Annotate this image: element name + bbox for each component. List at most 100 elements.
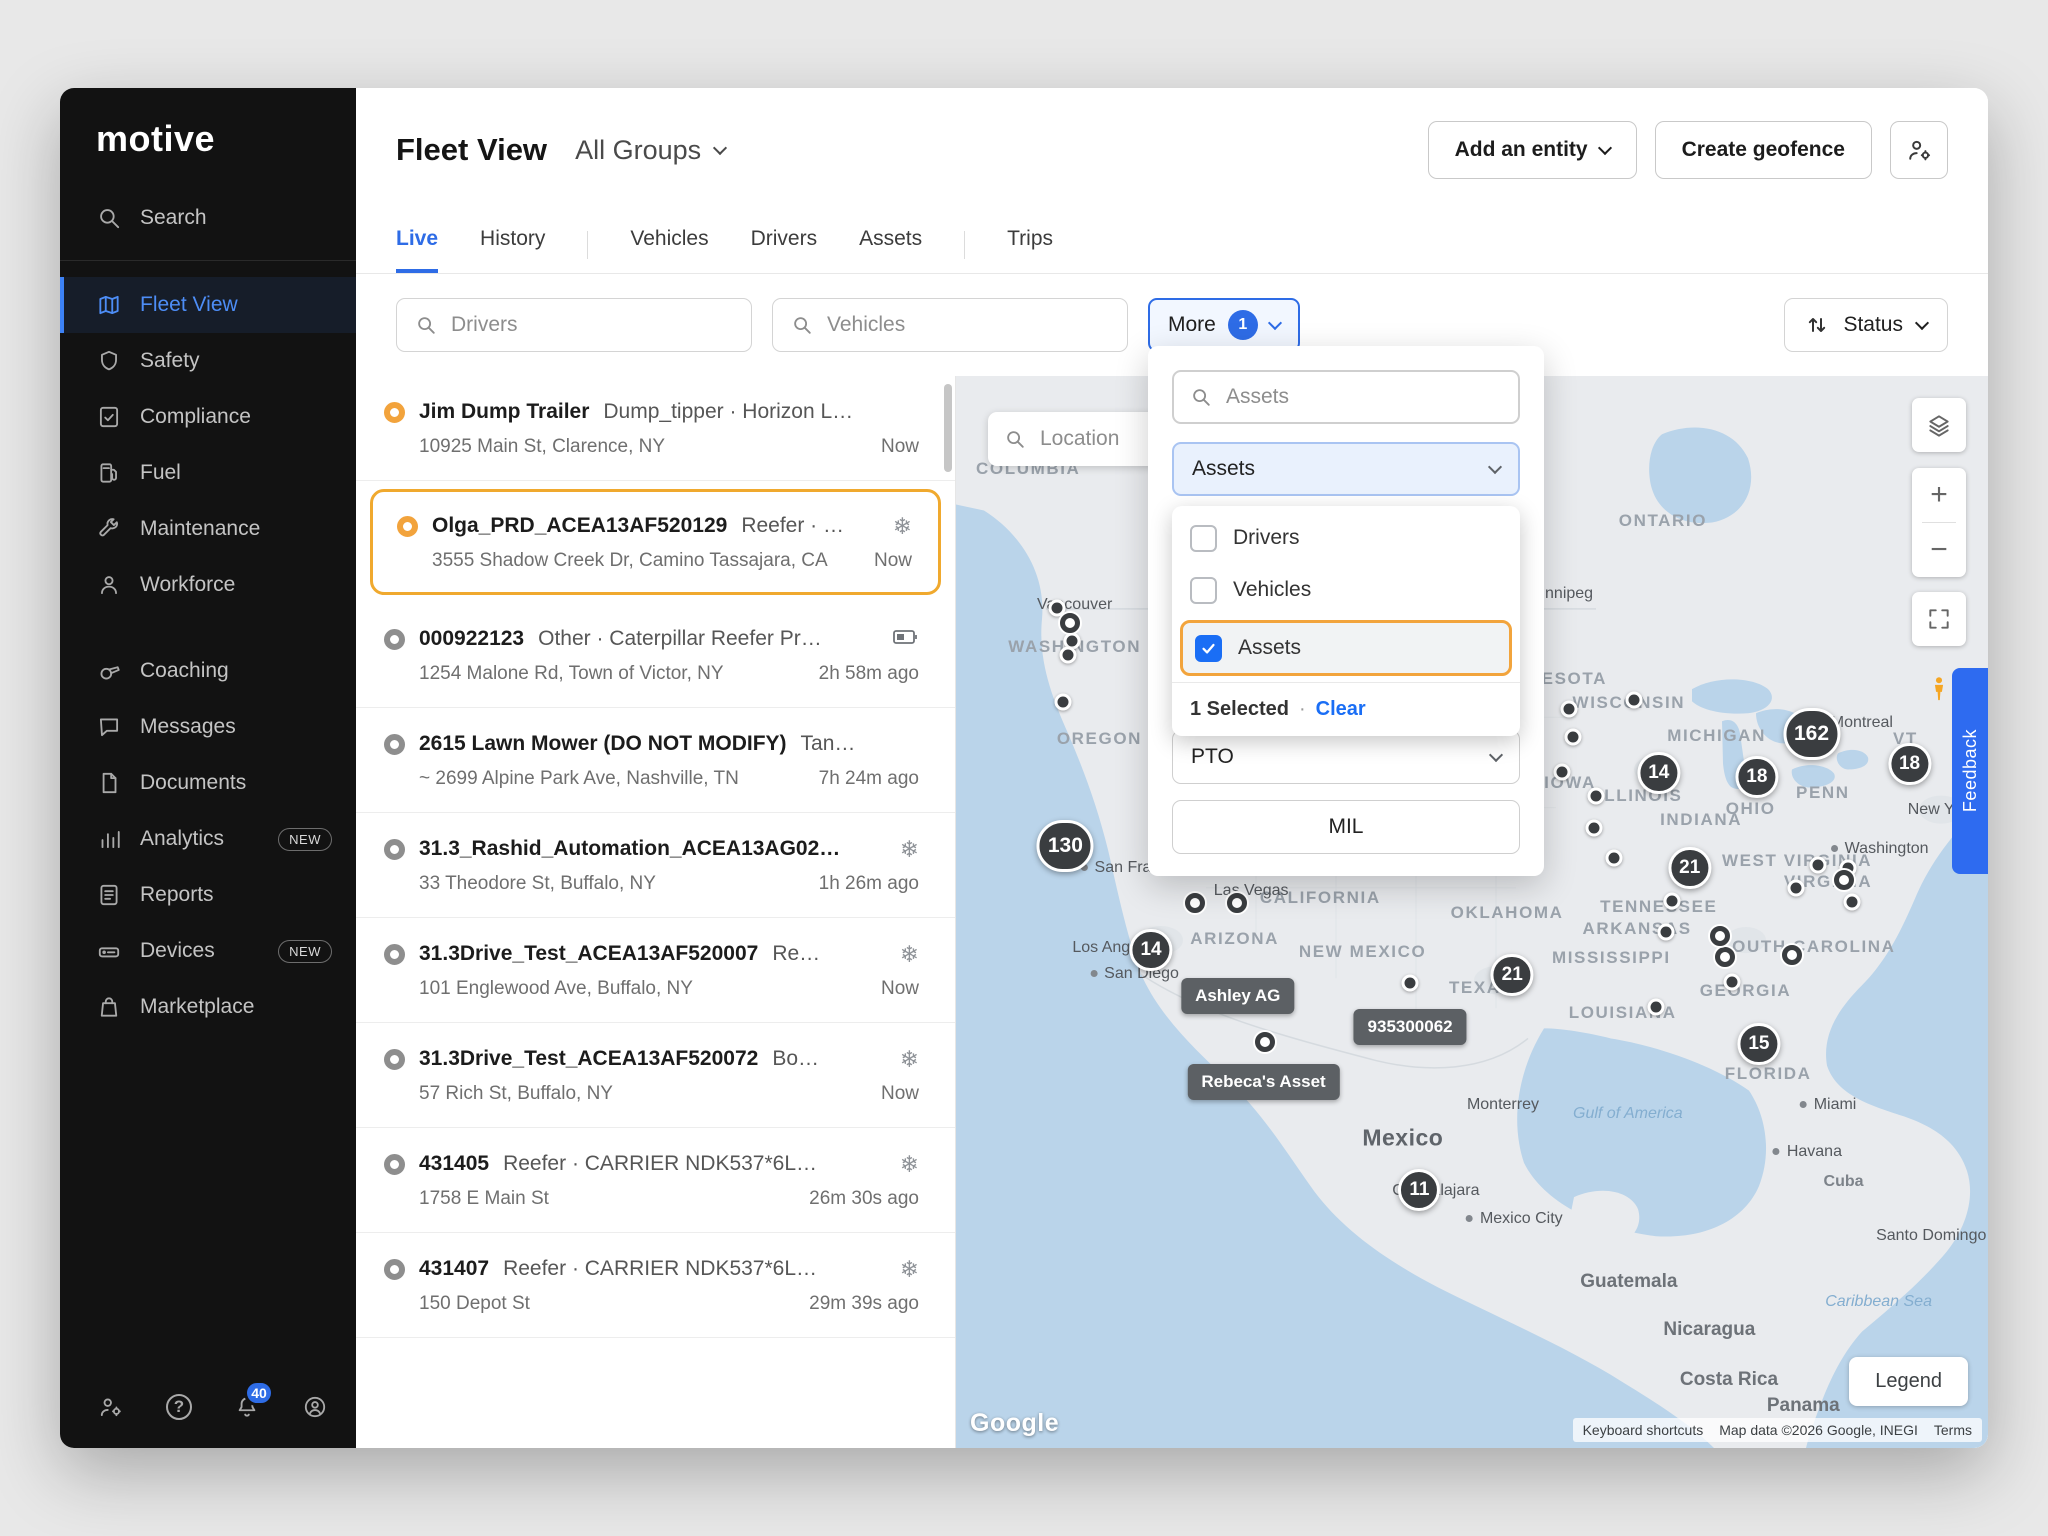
map-ring-marker[interactable]: [1834, 870, 1854, 890]
notifications-button[interactable]: 40: [234, 1392, 260, 1422]
tab-drivers[interactable]: Drivers: [751, 227, 818, 273]
tab-history[interactable]: History: [480, 227, 545, 273]
map-cluster-marker[interactable]: 21: [1668, 847, 1711, 889]
sidebar-item-devices[interactable]: Devices NEW: [60, 923, 356, 979]
sidebar-item-workforce[interactable]: Workforce: [60, 557, 356, 613]
map-ring-marker[interactable]: [1185, 893, 1205, 913]
map-ring-marker[interactable]: [1782, 945, 1802, 965]
map-asset-dot-marker[interactable]: [1565, 729, 1582, 746]
map-cluster-marker[interactable]: 11: [1398, 1169, 1440, 1211]
map-ring-marker[interactable]: [1227, 893, 1247, 913]
map-cluster-marker[interactable]: 21: [1491, 954, 1534, 996]
asset-list-item[interactable]: 31.3Drive_Test_ACEA13AF520072 Bo… ❄ 57 R…: [356, 1023, 955, 1128]
group-selector[interactable]: All Groups: [575, 135, 725, 166]
sidebar-item-maintenance[interactable]: Maintenance: [60, 501, 356, 557]
map-cluster-marker[interactable]: 14: [1637, 752, 1680, 794]
user-settings-button[interactable]: [1890, 121, 1948, 179]
map-cluster-marker[interactable]: 162: [1783, 708, 1840, 760]
clear-selection-button[interactable]: Clear: [1316, 698, 1366, 721]
assets-search-input[interactable]: Assets: [1172, 370, 1520, 424]
map-ring-marker[interactable]: [1715, 947, 1735, 967]
asset-list-item[interactable]: 31.3Drive_Test_ACEA13AF520007 Re… ❄ 101 …: [356, 918, 955, 1023]
checkbox-unchecked[interactable]: [1190, 525, 1217, 552]
option-assets-selected[interactable]: Assets: [1180, 620, 1512, 676]
tab-live[interactable]: Live: [396, 227, 438, 273]
map-asset-dot-marker[interactable]: [1724, 973, 1741, 990]
zoom-out-button[interactable]: −: [1912, 523, 1966, 577]
keyboard-shortcuts-link[interactable]: Keyboard shortcuts: [1583, 1422, 1704, 1438]
pto-filter-select[interactable]: PTO: [1172, 730, 1520, 784]
map-ring-marker[interactable]: [1255, 1032, 1275, 1052]
map-asset-dot-marker[interactable]: [1553, 763, 1570, 780]
sidebar-item-safety[interactable]: Safety: [60, 333, 356, 389]
map-asset-dot-marker[interactable]: [1626, 691, 1643, 708]
map-cluster-marker[interactable]: 130: [1037, 820, 1094, 872]
map-asset-name-tag[interactable]: Rebeca's Asset: [1187, 1064, 1339, 1100]
sidebar-item-search[interactable]: Search: [60, 190, 356, 246]
sidebar-item-compliance[interactable]: Compliance: [60, 389, 356, 445]
map-asset-dot-marker[interactable]: [1843, 894, 1860, 911]
asset-list-item[interactable]: 2615 Lawn Mower (DO NOT MODIFY) Tan… ~ 2…: [356, 708, 955, 813]
map-cluster-marker[interactable]: 15: [1737, 1023, 1780, 1065]
profile-button[interactable]: [302, 1392, 328, 1422]
sidebar-item-documents[interactable]: Documents: [60, 755, 356, 811]
add-entity-button[interactable]: Add an entity: [1428, 121, 1637, 179]
option-drivers[interactable]: Drivers: [1172, 512, 1520, 564]
asset-list-item[interactable]: 000922123 Other · Caterpillar Reefer Pr……: [356, 603, 955, 708]
sidebar-item-fuel[interactable]: Fuel: [60, 445, 356, 501]
sidebar-item-marketplace[interactable]: Marketplace: [60, 979, 356, 1035]
map-asset-dot-marker[interactable]: [1055, 693, 1072, 710]
map-ring-marker[interactable]: [1710, 926, 1730, 946]
asset-list-item[interactable]: Jim Dump Trailer Dump_tipper · Horizon L…: [356, 376, 955, 481]
vehicles-search-input[interactable]: Vehicles: [772, 298, 1128, 352]
map-asset-name-tag[interactable]: 935300062: [1354, 1009, 1467, 1045]
admin-settings-button[interactable]: [98, 1392, 124, 1422]
asset-list-item-selected[interactable]: Olga_PRD_ACEA13AF520129 Reefer · … ❄ 355…: [370, 489, 941, 595]
entity-type-select[interactable]: Assets: [1172, 442, 1520, 496]
tab-assets[interactable]: Assets: [859, 227, 922, 273]
tab-trips[interactable]: Trips: [1007, 227, 1053, 273]
map-fullscreen-button[interactable]: [1912, 592, 1966, 646]
asset-list-item[interactable]: 431405 Reefer · CARRIER NDK537*6L… ❄ 175…: [356, 1128, 955, 1233]
map-cluster-marker[interactable]: 18: [1888, 743, 1931, 785]
map-asset-dot-marker[interactable]: [1587, 788, 1604, 805]
map-layers-button[interactable]: [1912, 398, 1966, 452]
map-cluster-marker[interactable]: 14: [1129, 929, 1172, 971]
terms-link[interactable]: Terms: [1934, 1422, 1972, 1438]
feedback-tab[interactable]: Feedback: [1952, 668, 1988, 874]
mil-filter-button[interactable]: MIL: [1172, 800, 1520, 854]
zoom-in-button[interactable]: +: [1912, 468, 1966, 522]
sidebar-item-coaching[interactable]: Coaching: [60, 643, 356, 699]
map-asset-dot-marker[interactable]: [1658, 924, 1675, 941]
map-asset-dot-marker[interactable]: [1561, 701, 1578, 718]
sidebar-item-reports[interactable]: Reports: [60, 867, 356, 923]
list-scrollbar[interactable]: [944, 384, 952, 472]
option-vehicles[interactable]: Vehicles: [1172, 564, 1520, 616]
sidebar-item-analytics[interactable]: Analytics NEW: [60, 811, 356, 867]
map-asset-dot-marker[interactable]: [1788, 880, 1805, 897]
map-cluster-marker[interactable]: 18: [1735, 756, 1778, 798]
map-asset-dot-marker[interactable]: [1060, 646, 1077, 663]
tab-vehicles[interactable]: Vehicles: [630, 227, 708, 273]
map-ring-marker[interactable]: [1060, 613, 1080, 633]
more-filters-button[interactable]: More 1: [1148, 298, 1300, 352]
drivers-search-input[interactable]: Drivers: [396, 298, 752, 352]
asset-name: 31.3Drive_Test_ACEA13AF520072: [419, 1047, 758, 1071]
map-asset-dot-marker[interactable]: [1606, 850, 1623, 867]
checkbox-unchecked[interactable]: [1190, 577, 1217, 604]
map-asset-dot-marker[interactable]: [1585, 820, 1602, 837]
asset-list-item[interactable]: 31.3_Rashid_Automation_ACEA13AG02… ❄ 33 …: [356, 813, 955, 918]
help-button[interactable]: [166, 1392, 192, 1422]
map-asset-dot-marker[interactable]: [1402, 974, 1419, 991]
map-asset-name-tag[interactable]: Ashley AG: [1181, 978, 1294, 1014]
map-asset-dot-marker[interactable]: [1647, 999, 1664, 1016]
status-sort-button[interactable]: Status: [1784, 298, 1948, 352]
map-asset-dot-marker[interactable]: [1809, 856, 1826, 873]
map-asset-dot-marker[interactable]: [1664, 893, 1681, 910]
legend-button[interactable]: Legend: [1849, 1357, 1968, 1406]
sidebar-item-messages[interactable]: Messages: [60, 699, 356, 755]
create-geofence-button[interactable]: Create geofence: [1655, 121, 1872, 179]
sidebar-item-fleet-view[interactable]: Fleet View: [60, 277, 356, 333]
checkbox-checked[interactable]: [1195, 635, 1222, 662]
asset-list-item[interactable]: 431407 Reefer · CARRIER NDK537*6L… ❄ 150…: [356, 1233, 955, 1338]
